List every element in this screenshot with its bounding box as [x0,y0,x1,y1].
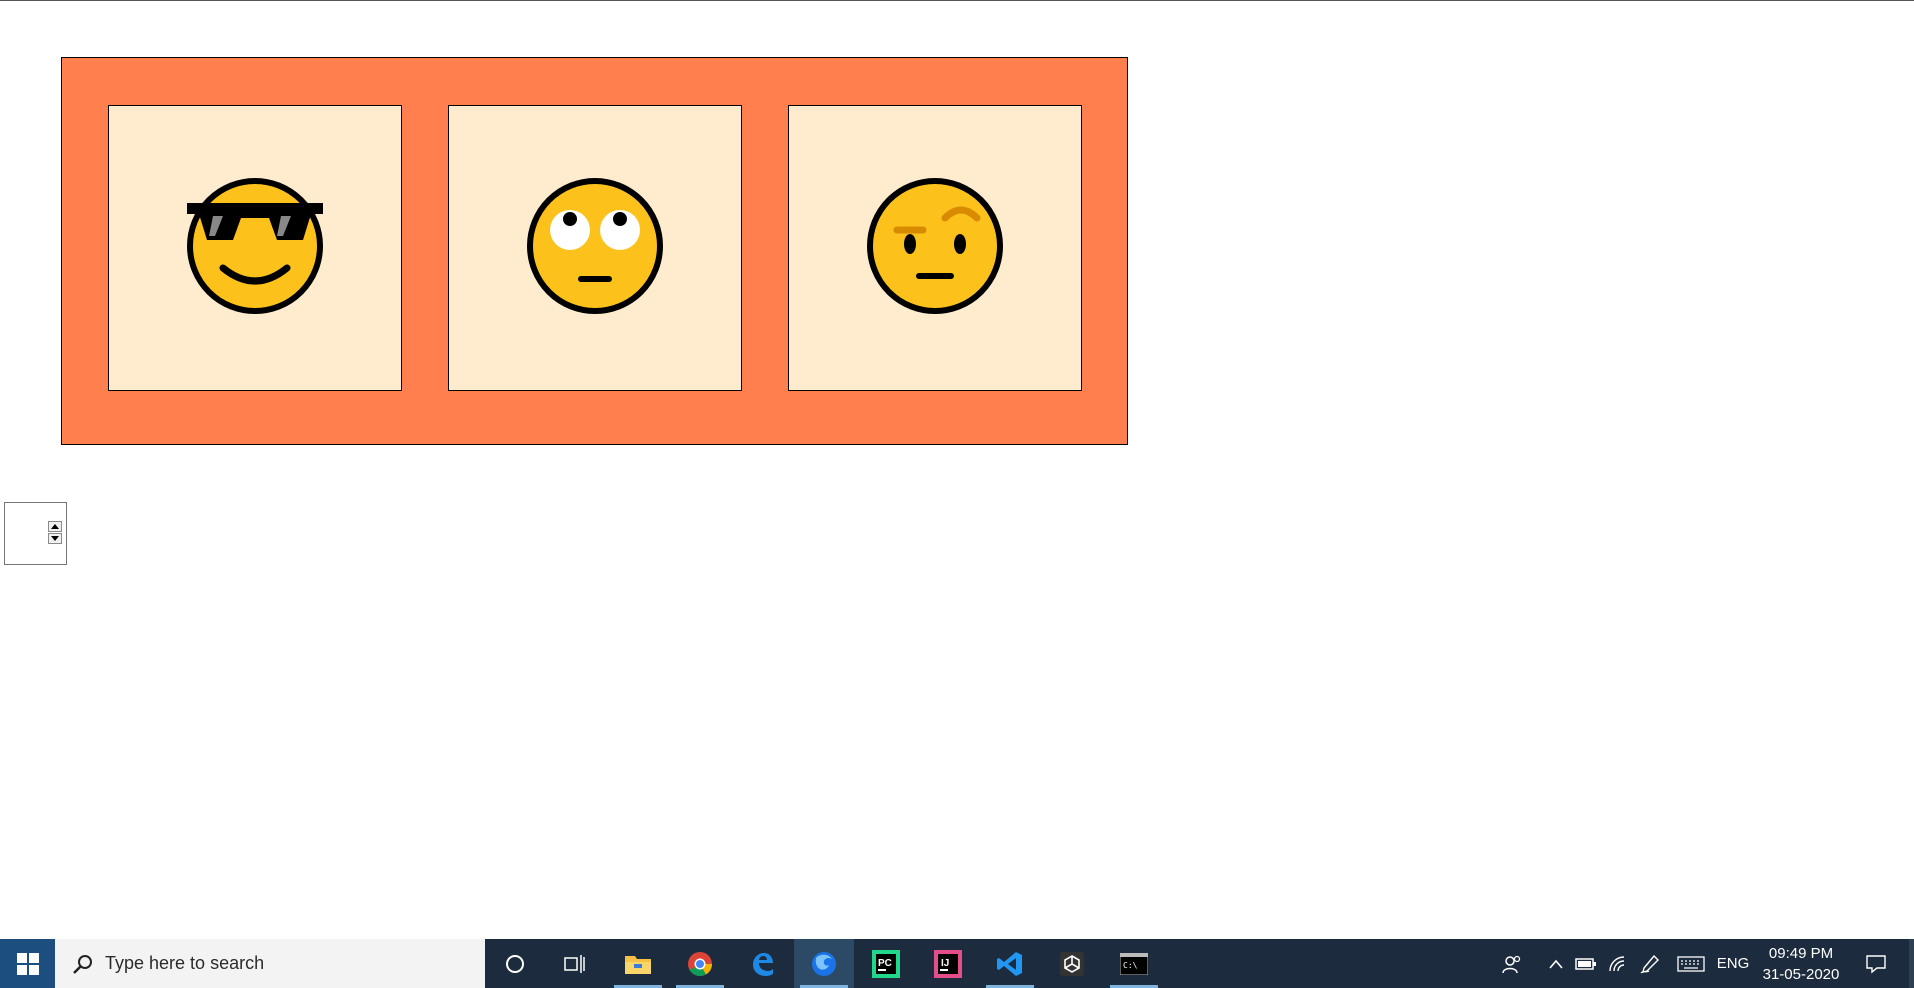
arrow-down-icon [51,536,59,541]
people-button[interactable] [1497,939,1527,988]
intellij-button[interactable]: IJ [918,939,978,988]
raised-eyebrow-face-icon [867,178,1003,314]
clock-time: 09:49 PM [1768,944,1834,962]
taskbar-search-box[interactable]: Type here to search [55,939,485,988]
cortana-icon [506,954,524,973]
firefox-button[interactable] [794,939,854,988]
vscode-icon [997,951,1022,976]
emoji-card-1[interactable] [108,105,402,391]
wifi-icon [1609,955,1625,971]
file-explorer-button[interactable] [608,939,668,988]
unity-button[interactable] [1042,939,1102,988]
chevron-up-icon [1549,959,1563,969]
chrome-icon [688,951,712,976]
task-view-button[interactable] [545,939,605,988]
touch-keyboard-button[interactable] [1676,939,1706,988]
sunglasses-face-icon [187,178,323,314]
keyboard-icon [1677,955,1705,972]
search-icon [69,950,97,978]
action-center-button[interactable] [1860,939,1892,988]
pycharm-icon: PC [872,949,900,978]
spinner-decrement-button[interactable] [48,533,62,544]
show-hidden-icons-button[interactable] [1544,939,1568,988]
taskbar-clock[interactable]: 09:49 PM 31-05-2020 [1755,939,1847,988]
emoji-card-3[interactable] [788,105,1082,391]
windows-logo-icon [16,952,39,975]
task-view-icon [564,954,585,973]
terminal-icon: C:\ [1120,952,1148,975]
pycharm-button[interactable]: PC [856,939,916,988]
firefox-icon [812,951,836,976]
people-icon [1502,955,1521,973]
emoji-container [61,57,1128,445]
arrow-up-icon [51,524,59,529]
edge-icon [753,952,773,976]
show-desktop-button[interactable] [1909,939,1914,988]
pen-icon [1640,954,1659,973]
search-placeholder: Type here to search [105,953,265,973]
notification-icon [1866,954,1886,973]
pen-workspace-button[interactable] [1638,939,1662,988]
cortana-button[interactable] [485,939,545,988]
file-explorer-icon [625,955,651,974]
top-divider [0,0,1914,1]
input-language-button[interactable]: ENG [1716,939,1750,988]
vscode-button[interactable] [980,939,1040,988]
svg-text:C:\: C:\ [1123,961,1138,970]
intellij-icon: IJ [934,949,962,978]
spinner-increment-button[interactable] [48,521,62,532]
battery-button[interactable] [1574,939,1598,988]
edge-button[interactable] [732,939,792,988]
number-spinner-input[interactable] [4,502,67,565]
windows-taskbar: Type here to search PC IJ C:\ ENG 09:49 … [0,939,1914,988]
start-button[interactable] [0,939,55,988]
chrome-button[interactable] [670,939,730,988]
network-button[interactable] [1606,939,1630,988]
rolling-eyes-face-icon [527,178,663,314]
svg-text:IJ: IJ [941,958,949,969]
svg-text:PC: PC [878,958,892,969]
terminal-button[interactable]: C:\ [1104,939,1164,988]
unity-icon [1060,951,1084,976]
battery-icon [1575,957,1596,970]
emoji-card-2[interactable] [448,105,742,391]
clock-date: 31-05-2020 [1762,965,1840,983]
